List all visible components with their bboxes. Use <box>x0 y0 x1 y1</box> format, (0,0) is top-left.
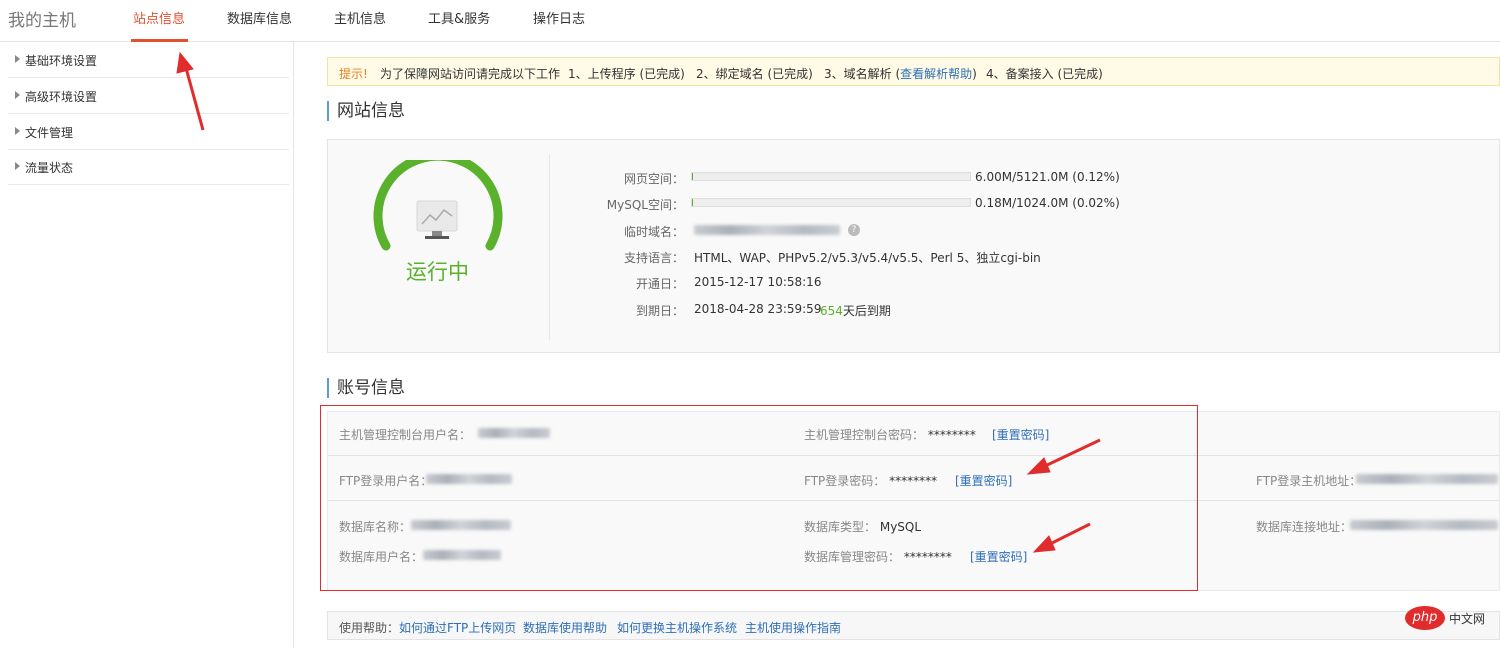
notice-step-bind-domain: 2、绑定域名 (已完成) <box>696 67 813 81</box>
days-left-number: 654 <box>820 304 843 318</box>
question-icon[interactable]: ? <box>848 224 860 236</box>
caret-right-icon <box>15 55 20 63</box>
days-remaining: 654天后到期 <box>820 302 891 319</box>
languages-value: HTML、WAP、PHPv5.2/v5.3/v5.4/v5.5、Perl 5、独… <box>694 251 1041 265</box>
ftp-host-label: FTP登录主机地址： <box>1256 474 1362 488</box>
expire-date-label: 到期日： <box>635 304 684 318</box>
dns-help-link[interactable]: 查看解析帮助 <box>900 67 972 81</box>
notice-step-dns: 3、域名解析 (查看解析帮助) <box>824 67 977 81</box>
status-gauge <box>373 160 503 251</box>
help-link-host-guide[interactable]: 主机使用操作指南 <box>745 619 841 636</box>
monitor-chart-icon <box>416 200 458 239</box>
web-space-bar <box>691 172 971 181</box>
web-space-value: 6.00M/5121.0M (0.12%) <box>975 170 1120 184</box>
notice-tip: 提示! <box>339 67 368 81</box>
sidebar-item-label: 文件管理 <box>25 126 74 140</box>
sidebar-item-label: 基础环境设置 <box>25 54 98 68</box>
annotation-highlight-box <box>320 405 1198 591</box>
open-date-value: 2015-12-17 10:58:16 <box>694 275 822 289</box>
help-bar: 使用帮助： 如何通过FTP上传网页 数据库使用帮助 如何更换主机操作系统 主机使… <box>327 611 1500 640</box>
help-label: 使用帮助： <box>339 621 400 635</box>
mysql-space-value: 0.18M/1024.0M (0.02%) <box>975 196 1120 210</box>
mysql-space-label: MySQL空间： <box>606 198 684 212</box>
notice-text: 为了保障网站访问请完成以下工作 <box>380 67 561 81</box>
web-space-bar-fill <box>692 173 694 180</box>
section-title-site-info: 网站信息 <box>327 101 405 121</box>
divider <box>549 154 550 340</box>
notice-step-icp: 4、备案接入 (已完成) <box>986 67 1103 81</box>
ftp-host-value-redacted <box>1356 474 1498 484</box>
status-running-text: 运行中 <box>406 260 469 284</box>
site-info-panel: 运行中 网页空间： 6.00M/5121.0M (0.12%) MySQL空间：… <box>327 139 1500 353</box>
open-date-label: 开通日： <box>635 277 684 291</box>
section-title-account-info: 账号信息 <box>327 378 405 398</box>
tab-host-info[interactable]: 主机信息 <box>334 8 386 27</box>
sidebar-item-label: 流量状态 <box>25 161 74 175</box>
sidebar-item-advanced-env[interactable]: 高级环境设置 <box>8 78 289 114</box>
temp-domain-value-redacted <box>694 225 840 235</box>
watermark-text: 中文网 <box>1449 612 1486 626</box>
tab-operation-log[interactable]: 操作日志 <box>533 8 585 27</box>
sidebar-item-basic-env[interactable]: 基础环境设置 <box>8 42 289 78</box>
tab-database-info[interactable]: 数据库信息 <box>227 8 292 27</box>
expire-date-value: 2018-04-28 23:59:59 <box>694 302 822 316</box>
days-left-suffix: 天后到期 <box>842 304 891 318</box>
notice-bar: 提示! 为了保障网站访问请完成以下工作 1、上传程序 (已完成) 2、绑定域名 … <box>327 57 1500 86</box>
sidebar: 基础环境设置 高级环境设置 文件管理 流量状态 <box>0 42 294 648</box>
tab-tools-services[interactable]: 工具&服务 <box>428 8 490 27</box>
mysql-space-bar <box>691 198 971 207</box>
caret-right-icon <box>15 91 20 99</box>
web-space-label: 网页空间： <box>623 172 684 186</box>
help-link-database[interactable]: 数据库使用帮助 <box>523 619 607 636</box>
caret-right-icon <box>15 162 20 170</box>
languages-label: 支持语言： <box>623 251 684 265</box>
help-link-change-os[interactable]: 如何更换主机操作系统 <box>617 619 737 636</box>
sidebar-item-file-manager[interactable]: 文件管理 <box>8 114 289 150</box>
caret-right-icon <box>15 127 20 135</box>
notice-step-upload: 1、上传程序 (已完成) <box>568 67 685 81</box>
php-logo: php <box>1405 606 1445 630</box>
db-host-value-redacted <box>1350 520 1498 530</box>
sidebar-item-traffic-status[interactable]: 流量状态 <box>8 149 289 185</box>
temp-domain-label: 临时域名： <box>623 225 684 239</box>
top-nav: 我的主机 站点信息 数据库信息 主机信息 工具&服务 操作日志 <box>0 0 1500 42</box>
brand-title: 我的主机 <box>8 11 76 31</box>
help-link-ftp-upload[interactable]: 如何通过FTP上传网页 <box>399 619 516 636</box>
tab-site-info[interactable]: 站点信息 <box>133 8 185 27</box>
mysql-space-bar-fill <box>692 199 694 206</box>
db-host-label: 数据库连接地址： <box>1256 520 1353 534</box>
sidebar-item-label: 高级环境设置 <box>25 90 98 104</box>
